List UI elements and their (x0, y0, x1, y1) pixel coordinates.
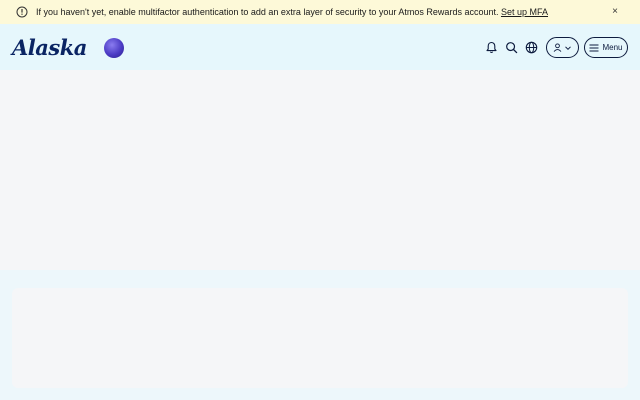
hamburger-icon (589, 44, 599, 51)
bell-icon[interactable] (485, 41, 498, 54)
info-icon (16, 6, 28, 18)
menu-button[interactable]: Menu (584, 37, 628, 58)
close-banner-button[interactable]: × (609, 6, 621, 18)
search-icon[interactable] (505, 41, 518, 54)
user-icon (553, 43, 562, 52)
alaska-logo[interactable]: Alaska (12, 36, 87, 60)
hero-placeholder (0, 70, 640, 270)
account-button[interactable] (546, 37, 579, 58)
site-header (0, 24, 640, 70)
banner-message-line: If you haven't yet, enable multifactor a… (36, 6, 548, 18)
setup-mfa-link[interactable]: Set up MFA (501, 7, 548, 17)
content-card-placeholder (12, 288, 628, 388)
globe-icon[interactable] (525, 41, 538, 54)
banner-message: If you haven't yet, enable multifactor a… (36, 7, 499, 17)
partner-logo-icon[interactable] (104, 38, 124, 58)
chevron-down-icon (565, 45, 571, 50)
menu-label: Menu (602, 43, 623, 52)
mfa-banner: If you haven't yet, enable multifactor a… (0, 0, 640, 24)
